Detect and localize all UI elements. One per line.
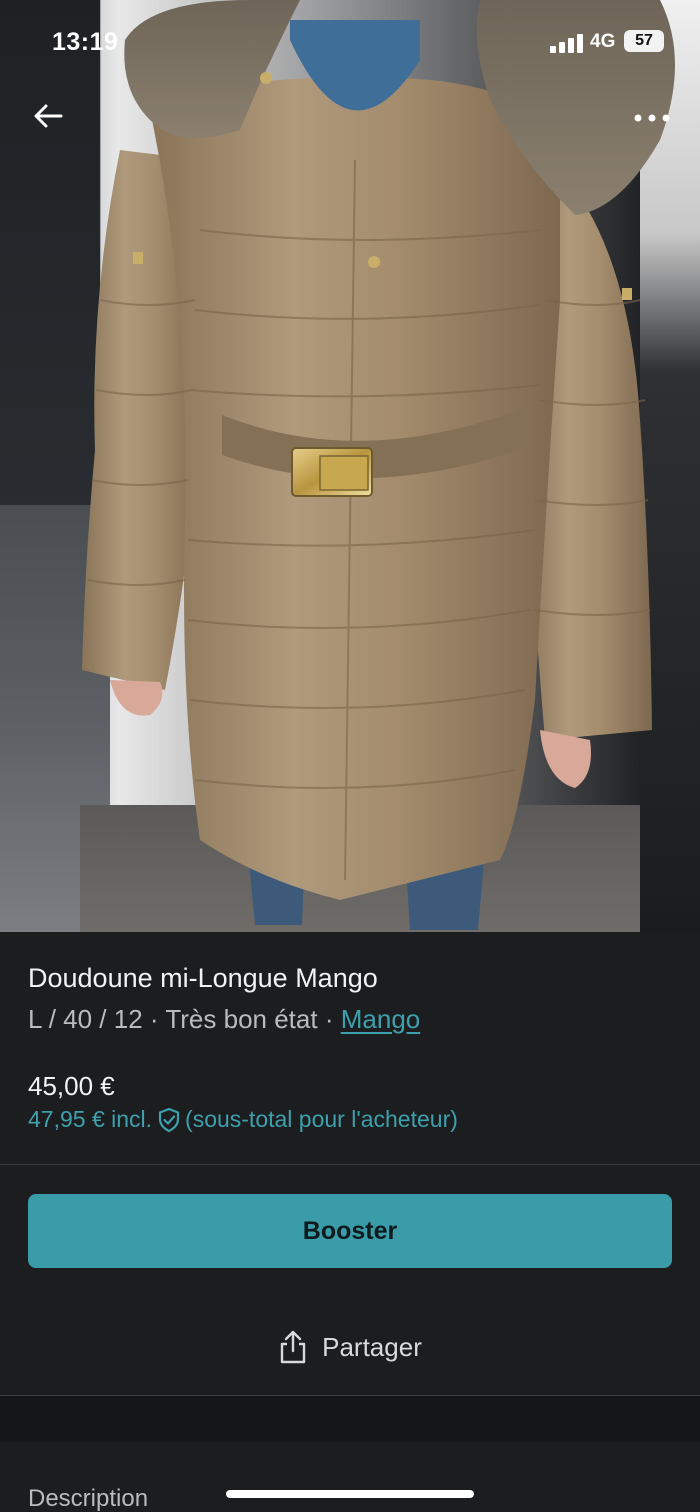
back-button[interactable]	[26, 96, 70, 136]
network-type: 4G	[590, 31, 616, 52]
buyer-price-note: (sous-total pour l'acheteur)	[185, 1106, 458, 1132]
buyer-price-info[interactable]: 47,95 € incl. (sous-total pour l'acheteu…	[28, 1106, 458, 1133]
arrow-left-icon	[34, 104, 63, 128]
product-photo[interactable]: 13:19 4G 57	[0, 0, 700, 932]
battery-icon: 57	[624, 30, 664, 52]
more-dots-icon	[634, 114, 670, 122]
listing-size: L / 40 / 12	[28, 1004, 143, 1034]
listing-title: Doudoune mi-Longue Mango	[28, 963, 378, 993]
description-heading: Description	[28, 1485, 149, 1512]
booster-button[interactable]: Booster	[28, 1194, 672, 1268]
listing-info-panel: Doudoune mi-Longue Mango L / 40 / 12 · T…	[0, 932, 700, 1512]
more-options-button[interactable]	[628, 102, 676, 134]
signal-icon	[550, 33, 584, 53]
listing-meta: L / 40 / 12 · Très bon état · Mango	[28, 1004, 420, 1035]
share-button-label: Partager	[322, 1331, 422, 1362]
listing-price: 45,00 €	[28, 1071, 115, 1101]
brand-link[interactable]: Mango	[341, 1004, 421, 1034]
meta-separator: ·	[149, 1004, 159, 1034]
status-time: 13:19	[52, 28, 119, 56]
meta-separator: ·	[324, 1004, 334, 1034]
share-button[interactable]: Partager	[0, 1322, 700, 1372]
coat-illustration	[82, 0, 675, 930]
divider	[0, 1164, 700, 1165]
status-bar: 13:19 4G 57	[0, 0, 700, 86]
section-gap	[0, 1396, 700, 1442]
shield-check-icon	[158, 1107, 180, 1132]
share-icon	[280, 1330, 306, 1364]
booster-button-label: Booster	[302, 1216, 398, 1245]
listing-condition: Très bon état	[165, 1004, 318, 1034]
home-indicator[interactable]	[226, 1490, 474, 1498]
buyer-price: 47,95 € incl.	[28, 1106, 153, 1132]
